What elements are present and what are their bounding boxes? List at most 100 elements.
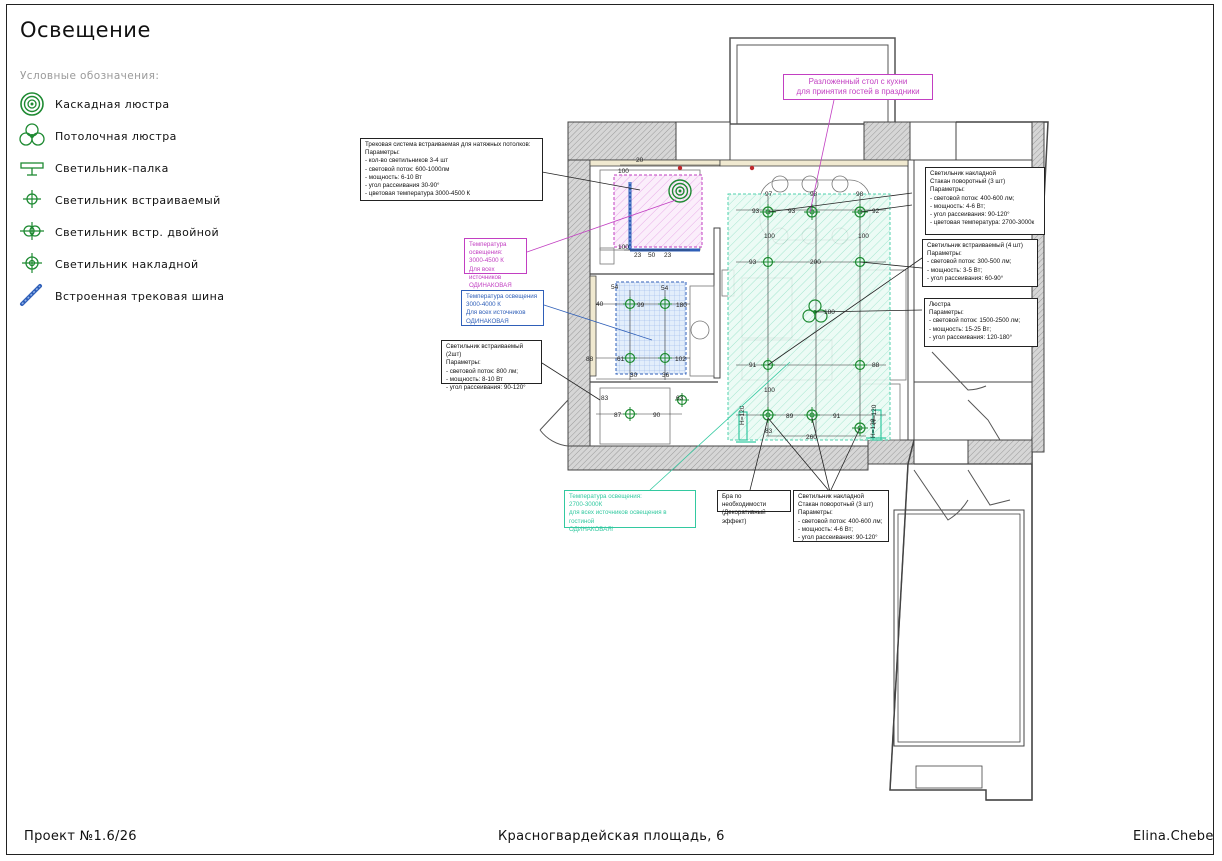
callout-line: Для всех источников [466,309,526,317]
recessed-light [623,407,637,421]
dimension-label: 93 [752,208,760,215]
callout-line: Светильник накладной [930,170,996,177]
callout-line: 2700-3000К [569,501,603,509]
kitchen-light-zone [613,174,703,248]
callout-line: - угол рассеивания: 90-120° [930,211,1010,219]
callout-line: - мощность: 4-6 Вт; [930,202,986,210]
callout-line: - мощность: 15-25 Вт; [929,325,992,333]
callout-line: ОДИНАКОВАЯ [466,317,509,325]
dimension-label: 61 [617,356,625,363]
callout-line: 3000-4000 К [466,301,501,309]
dimension-label: 92 [872,208,880,215]
floor-plan: 20 100 100 23 50 23 54 54 40 99 180 88 61 102 30 36 83 63… [526,37,1049,801]
dimension-label: 30 [630,372,638,379]
living-room-light-zone [727,193,891,441]
callout-line: - кол-во светильников 3-4 шт [365,157,449,165]
callout-line: - цветовая температура: 2700-3000к [930,219,1035,227]
dimension-label: H=120 [739,405,746,425]
callout-line: Стакан поворотный (3 шт) [930,178,1006,186]
chandelier-callout: Люстра Параметры: - световой поток: 1500-2… [924,298,1038,347]
sconce-callout: Бра по необходимости (Декоративный эффект… [717,490,791,525]
callout-line: Светильник накладной [798,493,864,500]
callout-line: - световой поток: 400-600 лм; [798,517,883,525]
callout-line: Параметры: [446,359,481,367]
author: Elina.Chebe [1133,829,1214,844]
dimension-label: 98 [856,191,864,198]
callout-line: - световой поток: 1500-2500 лм; [929,317,1021,325]
callout-line: Для всех источников [469,265,502,281]
project-number: Проект №1.6/26 [24,829,137,844]
callout-line: Трековая система встраиваемая для натяжн… [365,141,531,148]
callout-line: - мощность: 8-10 Вт [446,375,503,383]
callout-line: Параметры: [930,186,965,194]
callout-line: - угол рассеивания: 120-180° [929,333,1013,341]
callout-line: Параметры: [798,509,833,517]
dimension-label: 88 [586,356,594,363]
dimension-label: 23 [634,252,642,259]
dimension-label: 93 [749,259,757,266]
dimension-label: 260 [806,434,817,441]
track-system-callout: Трековая система встраиваемая для натяжн… [360,138,543,201]
callout-line: Стакан поворотный (3 шт) [798,501,874,509]
wall-outlet-marker [749,165,755,171]
callout-line: (Декоративный эффект) [722,509,766,525]
dimension-label: H=120 [870,418,877,438]
recessed-2-callout: Светильник встраиваемый (2шт) Параметры: -… [441,340,542,391]
wall-outlet-marker [677,165,683,171]
callout-line: Температура освещения: [569,493,642,500]
dimension-label: 200 [810,259,821,266]
dimension-label: 88 [872,362,880,369]
callout-line: Светильник встраиваемый (4 шт) [927,242,1023,249]
callout-line: - мощность: 3-5 Вт; [927,266,983,274]
living-temperature-callout: Температура освещения: 2700-3000К для всех… [564,490,696,533]
callout-line: Параметры: [927,250,962,258]
dimension-label: 100 [618,168,629,175]
dimension-label: 100 [858,233,869,240]
dimension-label: 180 [676,302,687,309]
dimension-label: 100 [764,233,775,240]
dimension-label: 99 [637,302,645,309]
callout-line: 3000-4500 К [469,257,504,265]
dimension-label: 36 [662,372,670,379]
dimension-label: 20 [636,157,644,164]
callout-line: Светильник встраиваемый (2шт) [446,343,524,359]
dimension-label: 180 [824,309,835,316]
callout-line: - световой поток: 300-500 лм; [927,258,1012,266]
dimension-label: 87 [614,412,622,419]
callout-line: - мощность: 6-10 Вт [365,173,422,181]
callout-line: - угол рассеивания: 90-120° [798,534,878,542]
bathroom-temperature-callout: Температура освещения 3000-4000 К Для всех… [461,290,544,326]
callout-line: - угол рассеивания: 90-120° [446,384,526,392]
dimension-label: 97 [765,191,773,198]
callout-line: для принятия гостей в праздники [796,87,920,96]
dimension-label: 90 [653,412,661,419]
callout-line: - угол рассеивания: 60-90° [927,274,1004,282]
callout-line: - световой поток: 800 лм; [446,367,518,375]
callout-line: - цветовая температура 3000-4500 К [365,190,471,198]
callout-line: Люстра [929,301,951,308]
cascade-chandelier [668,179,692,203]
dimension-label: 63 [676,395,684,402]
surface-light-callout-top: Светильник накладной Стакан поворотный (3… [925,167,1045,235]
dimension-label: 102 [675,356,686,363]
dimension-label: 50 [648,252,656,259]
callout-line: - световой поток: 600-1000лм [365,165,450,173]
dimension-label: 23 [664,252,672,259]
dimension-label: 100 [764,387,775,394]
callout-line: Температура освещения: [469,241,507,257]
callout-line: ОДИНАКОВАЯ [469,282,512,290]
callout-line: Бра по необходимости [722,493,767,509]
dimension-label: 91 [749,362,757,369]
callout-line: Температура освещения [466,293,538,300]
callout-line: ОДИНАКОВАЯ! [569,525,614,533]
dimension-label: 89 [786,413,794,420]
dimension-label: 40 [596,301,604,308]
kitchen-temperature-callout: Температура освещения: 3000-4500 К Для все… [464,238,527,289]
callout-line: - световой поток: 400-600 лм; [930,194,1015,202]
dimension-label: 83 [601,395,609,402]
callout-line: Разложенный стол с кухни [808,77,908,86]
dimension-label: 54 [661,285,669,292]
callout-line: для всех источников освещения в гостиной [569,509,667,525]
callout-line: - угол рассеивания 30-90° [365,182,440,190]
surface-light-callout-bottom: Светильник накладной Стакан поворотный (3… [793,490,889,542]
